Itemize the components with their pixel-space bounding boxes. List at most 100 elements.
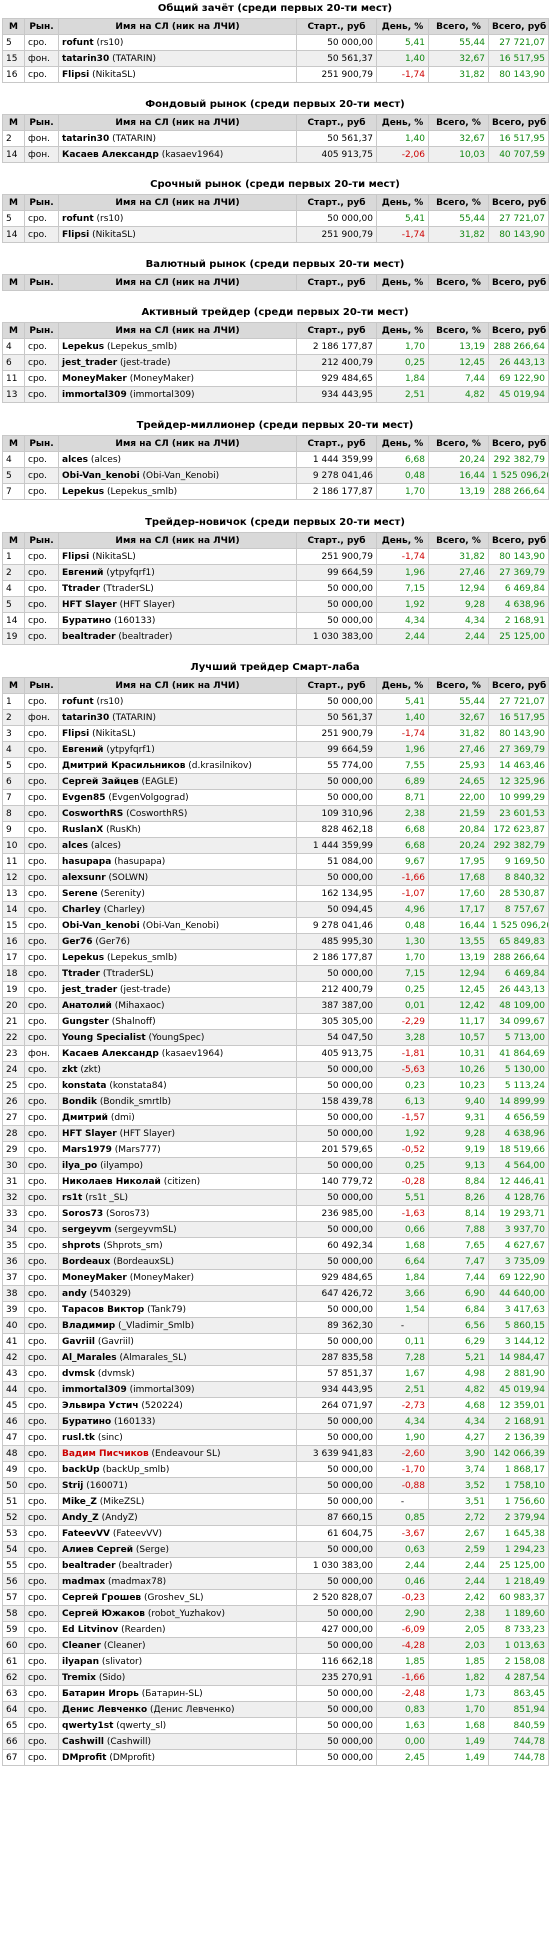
trader-profile-link[interactable]: Flipsi — [62, 70, 89, 80]
trader-profile-link[interactable]: MoneyMaker — [62, 374, 127, 384]
trader-profile-link[interactable]: tatarin30 — [62, 54, 109, 64]
trader-profile-link[interactable]: immortal309 — [62, 390, 127, 400]
trader-profile-link[interactable]: Flipsi — [62, 729, 89, 739]
trader-profile-link[interactable]: rofunt — [62, 214, 94, 224]
trader-profile-link[interactable]: Дмитрий Красильников — [62, 761, 185, 771]
trader-profile-link[interactable]: Gavriil — [62, 1337, 95, 1347]
contest-nickname: (zkt) — [77, 1064, 101, 1075]
trader-profile-link[interactable]: ilyapan — [62, 1657, 99, 1667]
trader-profile-link[interactable]: Ttrader — [62, 969, 100, 979]
trader-profile-link[interactable]: Charley — [62, 905, 101, 915]
trader-profile-link[interactable]: Cleaner — [62, 1641, 101, 1651]
trader-profile-link[interactable]: Владимир — [62, 1321, 115, 1331]
trader-profile-link[interactable]: CosworthRS — [62, 809, 123, 819]
day-percent-cell: 6,89 — [376, 773, 429, 790]
total-percent-cell: 5,21 — [428, 1349, 489, 1366]
trader-profile-link[interactable]: Дмитрий — [62, 1113, 108, 1123]
trader-profile-link[interactable]: Lepekus — [62, 487, 104, 497]
trader-profile-link[interactable]: Bondik — [62, 1097, 97, 1107]
trader-profile-link[interactable]: Bordeaux — [62, 1257, 110, 1267]
total-rub-cell: 288 266,64 — [488, 483, 549, 500]
trader-profile-link[interactable]: Andy_Z — [62, 1513, 99, 1523]
market-cell: сро. — [24, 386, 59, 403]
trader-profile-link[interactable]: Сергей Грошев — [62, 1593, 141, 1603]
trader-profile-link[interactable]: jest_trader — [62, 985, 117, 995]
trader-profile-link[interactable]: Tremix — [62, 1673, 96, 1683]
trader-profile-link[interactable]: Сергей Зайцев — [62, 777, 139, 787]
trader-profile-link[interactable]: tatarin30 — [62, 134, 109, 144]
trader-profile-link[interactable]: rusl.tk — [62, 1433, 95, 1443]
trader-profile-link[interactable]: Lepekus — [62, 953, 104, 963]
trader-profile-link[interactable]: RuslanX — [62, 825, 103, 835]
trader-profile-link[interactable]: Cashwill — [62, 1737, 104, 1747]
trader-profile-link[interactable]: Батарин Игорь — [62, 1689, 139, 1699]
trader-profile-link[interactable]: alexsunr — [62, 873, 106, 883]
trader-profile-link[interactable]: rofunt — [62, 697, 94, 707]
trader-profile-link[interactable]: Young Specialist — [62, 1033, 146, 1043]
trader-profile-link[interactable]: Евгений — [62, 745, 103, 755]
trader-profile-link[interactable]: MoneyMaker — [62, 1273, 127, 1283]
total-percent-cell: 3,74 — [428, 1461, 489, 1478]
trader-profile-link[interactable]: rofunt — [62, 38, 94, 48]
trader-profile-link[interactable]: shprots — [62, 1241, 101, 1251]
trader-profile-link[interactable]: Flipsi — [62, 552, 89, 562]
trader-profile-link[interactable]: Буратино — [62, 616, 111, 626]
trader-profile-link[interactable]: DMprofit — [62, 1753, 106, 1763]
trader-profile-link[interactable]: zkt — [62, 1065, 78, 1075]
trader-profile-link[interactable]: madmax — [62, 1577, 105, 1587]
trader-profile-link[interactable]: Soros73 — [62, 1209, 103, 1219]
trader-profile-link[interactable]: Al_Marales — [62, 1353, 117, 1363]
trader-profile-link[interactable]: rs1t — [62, 1193, 82, 1203]
trader-profile-link[interactable]: tatarin30 — [62, 713, 109, 723]
trader-profile-link[interactable]: bealtrader — [62, 1561, 116, 1571]
trader-profile-link[interactable]: backUp — [62, 1465, 100, 1475]
trader-profile-link[interactable]: alces — [62, 455, 88, 465]
table-row: 13 сро. immortal309 (immortal309) 934 443,9… — [2, 386, 549, 403]
trader-profile-link[interactable]: Obi-Van_kenobi — [62, 921, 140, 931]
trader-profile-link[interactable]: andy — [62, 1289, 87, 1299]
trader-profile-link[interactable]: konstata — [62, 1081, 106, 1091]
trader-profile-link[interactable]: hasupapa — [62, 857, 111, 867]
trader-profile-link[interactable]: dvmsk — [62, 1369, 95, 1379]
trader-profile-link[interactable]: Тарасов Виктор — [62, 1305, 144, 1315]
trader-profile-link[interactable]: Mars1979 — [62, 1145, 112, 1155]
market-cell: сро. — [24, 885, 59, 902]
trader-profile-link[interactable]: Gungster — [62, 1017, 109, 1027]
trader-profile-link[interactable]: HFT Slayer — [62, 1129, 117, 1139]
trader-profile-link[interactable]: sergeyvm — [62, 1225, 112, 1235]
trader-profile-link[interactable]: HFT Slayer — [62, 600, 117, 610]
trader-profile-link[interactable]: Алиев Сергей — [62, 1545, 133, 1555]
place-cell: 60 — [2, 1637, 25, 1654]
trader-profile-link[interactable]: Сергей Южаков — [62, 1609, 145, 1619]
trader-profile-link[interactable]: alces — [62, 841, 88, 851]
total-percent-cell: 1,70 — [428, 1701, 489, 1718]
trader-profile-link[interactable]: bealtrader — [62, 632, 116, 642]
trader-profile-link[interactable]: ilya_po — [62, 1161, 97, 1171]
table-row: 23 фон. Касаев Александр (kasaev1964) 405 9… — [2, 1045, 549, 1062]
trader-profile-link[interactable]: Вадим Писчиков — [62, 1449, 149, 1459]
trader-profile-link[interactable]: qwerty1st — [62, 1721, 113, 1731]
trader-profile-link[interactable]: Mike_Z — [62, 1497, 97, 1507]
trader-profile-link[interactable]: Евгений — [62, 568, 103, 578]
table-row: 13 сро. Serene (Serenity) 162 134,95 -1,07 17… — [2, 885, 549, 902]
trader-profile-link[interactable]: FateevVV — [62, 1529, 110, 1539]
trader-profile-link[interactable]: immortal309 — [62, 1385, 127, 1395]
trader-profile-link[interactable]: Evgen85 — [62, 793, 106, 803]
trader-profile-link[interactable]: Буратино — [62, 1417, 111, 1427]
trader-profile-link[interactable]: Николаев Николай — [62, 1177, 161, 1187]
trader-profile-link[interactable]: Эльвира Устич — [62, 1401, 139, 1411]
trader-profile-link[interactable]: jest_trader — [62, 358, 117, 368]
trader-profile-link[interactable]: Ttrader — [62, 584, 100, 594]
trader-profile-link[interactable]: Strij — [62, 1481, 83, 1491]
trader-profile-link[interactable]: Lepekus — [62, 342, 104, 352]
trader-profile-link[interactable]: Анатолий — [62, 1001, 112, 1011]
trader-profile-link[interactable]: Ed Litvinov — [62, 1625, 118, 1635]
trader-profile-link[interactable]: Касаев Александр — [62, 150, 159, 160]
trader-profile-link[interactable]: Serene — [62, 889, 98, 899]
trader-profile-link[interactable]: Flipsi — [62, 230, 89, 240]
trader-profile-link[interactable]: Ger76 — [62, 937, 92, 947]
trader-profile-link[interactable]: Денис Левченко — [62, 1705, 147, 1715]
trader-profile-link[interactable]: Obi-Van_kenobi — [62, 471, 140, 481]
market-cell: сро. — [24, 354, 59, 371]
trader-profile-link[interactable]: Касаев Александр — [62, 1049, 159, 1059]
